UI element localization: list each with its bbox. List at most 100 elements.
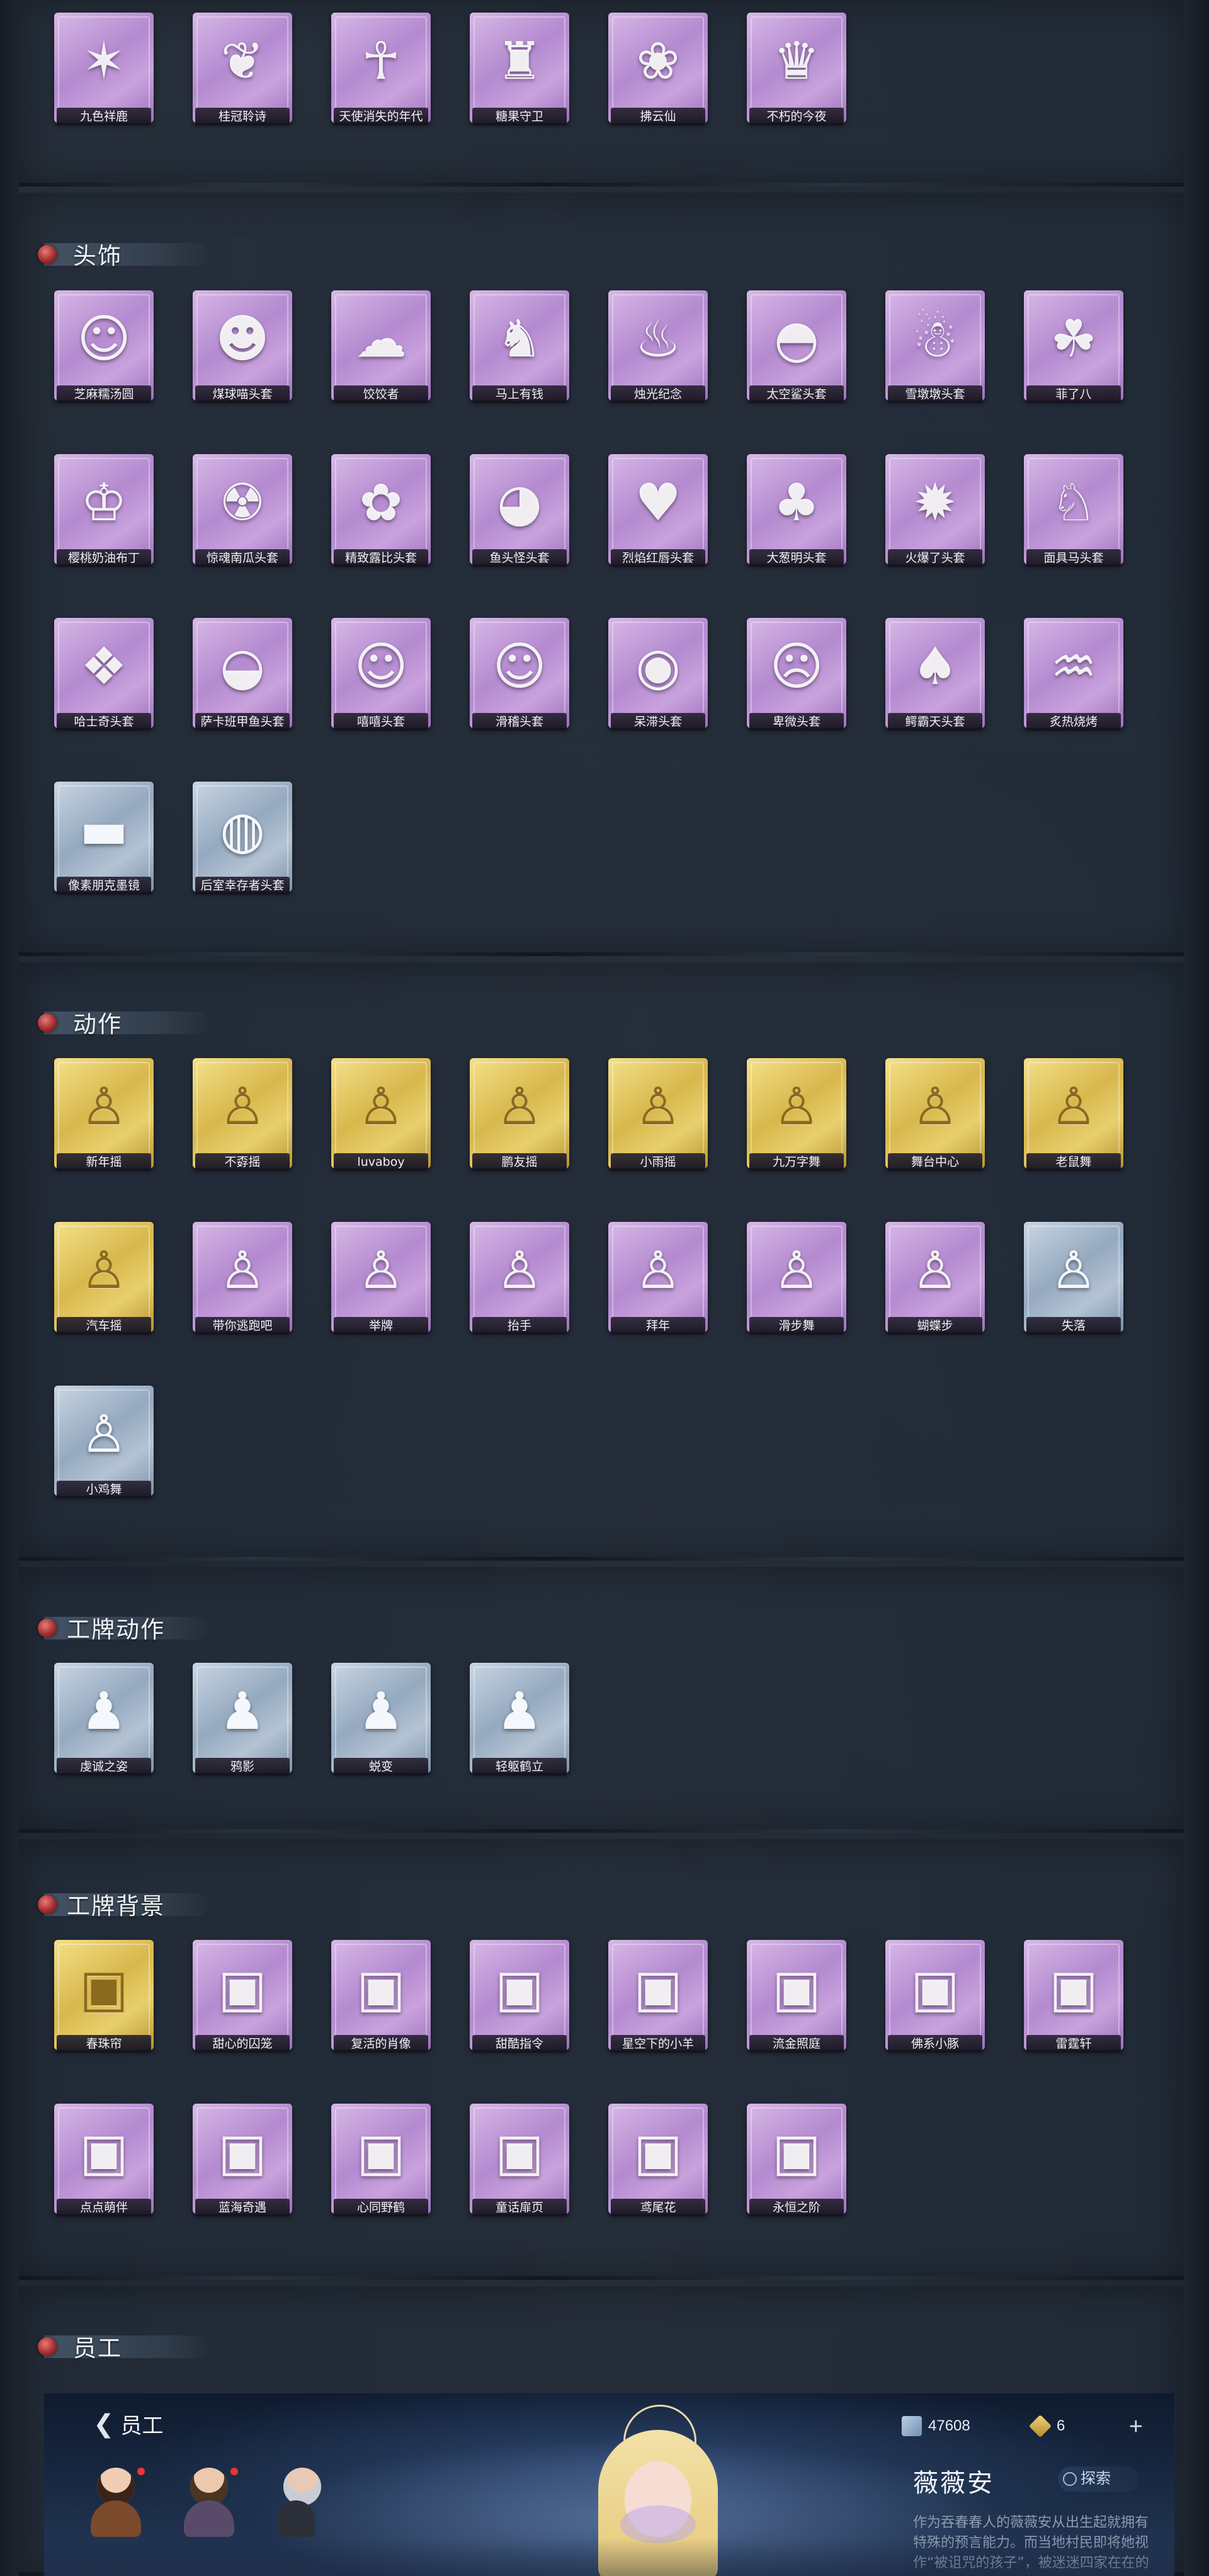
item-label: 鸢尾花 xyxy=(611,2199,705,2216)
item-tile[interactable]: ▣ 甜心的囚笼 xyxy=(193,1940,292,2066)
item-label: 火爆了头套 xyxy=(888,549,982,567)
item-tile[interactable]: ▣ 雷霆轩 xyxy=(1024,1940,1123,2066)
item-tile[interactable]: ◍ 后室幸存者头套 xyxy=(193,782,292,908)
item-tile[interactable]: ♘ 面具马头套 xyxy=(1024,454,1123,580)
eye-icon xyxy=(1063,2472,1077,2486)
item-tile[interactable]: ▣ 佛系小豚 xyxy=(885,1940,985,2066)
explore-button[interactable]: 探索 xyxy=(1058,2466,1140,2492)
item-tile[interactable]: ♙ 拜年 xyxy=(608,1222,708,1348)
item-tile[interactable]: ♛ 不朽的今夜 xyxy=(747,13,846,139)
item-tile[interactable]: ♙ 老鼠舞 xyxy=(1024,1058,1123,1184)
item-tile[interactable]: ◒ 萨卡班甲鱼头套 xyxy=(193,618,292,744)
item-tile[interactable]: ♙ 举牌 xyxy=(331,1222,431,1348)
item-tile[interactable]: ♟ 轻躯鹤立 xyxy=(470,1663,569,1789)
item-tile[interactable]: ♟ 鸦影 xyxy=(193,1663,292,1789)
item-tile[interactable]: ◉ 呆滞头套 xyxy=(608,618,708,744)
item-tile[interactable]: ♨ 烛光纪念 xyxy=(608,290,708,416)
item-tile[interactable]: ♙ 失落 xyxy=(1024,1222,1123,1348)
item-tile[interactable]: ♔ 樱桃奶油布丁 xyxy=(54,454,154,580)
item-tile[interactable]: ☃ 雪墩墩头套 xyxy=(885,290,985,416)
item-label: 甜酷指令 xyxy=(472,2035,567,2053)
eternal-night-icon: ♛ xyxy=(773,31,820,91)
item-tile[interactable]: ♟ 虔诚之姿 xyxy=(54,1663,154,1789)
item-tile[interactable]: ☺ 嘻嘻头套 xyxy=(331,618,431,744)
item-tile[interactable]: ▣ 蓝海奇遇 xyxy=(193,2104,292,2230)
item-card: ☃ xyxy=(885,290,985,401)
item-tile[interactable]: ♒ 炙热烧烤 xyxy=(1024,618,1123,744)
item-tile[interactable]: ✶ 九色祥鹿 xyxy=(54,13,154,139)
item-tile[interactable]: ♙ 小雨摇 xyxy=(608,1058,708,1184)
item-tile[interactable]: ♙ 九万字舞 xyxy=(747,1058,846,1184)
item-tile[interactable]: ☥ 天使消失的年代 xyxy=(331,13,431,139)
pumpkin-icon: ☢ xyxy=(219,473,266,533)
item-tile[interactable]: ▣ 复活的肖像 xyxy=(331,1940,431,2066)
item-tile[interactable]: ☺ 滑稽头套 xyxy=(470,618,569,744)
item-label: 蜕变 xyxy=(334,1758,428,1775)
item-tile[interactable]: ♙ luvaboy xyxy=(331,1058,431,1184)
item-tile[interactable]: ▣ 鸢尾花 xyxy=(608,2104,708,2230)
pose-icon: ♙ xyxy=(358,1077,404,1137)
item-tile[interactable]: ✿ 精致露比头套 xyxy=(331,454,431,580)
item-label: 不朽的今夜 xyxy=(749,108,844,125)
pose-icon: ♙ xyxy=(635,1077,681,1137)
staff-avatar[interactable] xyxy=(275,2468,321,2537)
item-tile[interactable]: ♥ 烈焰红唇头套 xyxy=(608,454,708,580)
item-tile[interactable]: ▣ 童话扉页 xyxy=(470,2104,569,2230)
item-tile[interactable]: ❦ 桂冠聆诗 xyxy=(193,13,292,139)
item-card: ◒ xyxy=(193,618,292,728)
item-label: 老鼠舞 xyxy=(1026,1153,1121,1171)
item-tile[interactable]: ▣ 心同野鹤 xyxy=(331,2104,431,2230)
item-tile[interactable]: ♙ 汽车摇 xyxy=(54,1222,154,1348)
item-tile[interactable]: ☺ 芝麻糯汤圆 xyxy=(54,290,154,416)
item-label: 蝴蝶步 xyxy=(888,1317,982,1335)
staff-avatar[interactable] xyxy=(88,2468,145,2537)
item-tile[interactable]: ☻ 煤球喵头套 xyxy=(193,290,292,416)
item-tile[interactable]: ♜ 糖果守卫 xyxy=(470,13,569,139)
item-label: 滑稽头套 xyxy=(472,713,567,731)
item-tile[interactable]: ♙ 小鸡舞 xyxy=(54,1386,154,1512)
item-tile[interactable]: ☘ 菲了八 xyxy=(1024,290,1123,416)
back-button[interactable]: ❮ 员工 xyxy=(93,2408,164,2439)
item-tile[interactable]: ♞ 马上有钱 xyxy=(470,290,569,416)
item-tile[interactable]: ▣ 星空下的小羊 xyxy=(608,1940,708,2066)
add-currency-button[interactable]: + xyxy=(1129,2415,1143,2439)
item-tile[interactable]: ❀ 拂云仙 xyxy=(608,13,708,139)
item-tile[interactable]: ♣ 大葱明头套 xyxy=(747,454,846,580)
item-tile[interactable]: ♙ 滑步舞 xyxy=(747,1222,846,1348)
item-tile[interactable]: ♙ 抬手 xyxy=(470,1222,569,1348)
item-tile[interactable]: ♙ 鹏友摇 xyxy=(470,1058,569,1184)
item-tile[interactable]: ♙ 舞台中心 xyxy=(885,1058,985,1184)
item-tile[interactable]: ♙ 带你逃跑吧 xyxy=(193,1222,292,1348)
item-card: ◉ xyxy=(608,618,708,728)
item-tile[interactable]: ☹ 卑微头套 xyxy=(747,618,846,744)
item-tile[interactable]: ☁ 饺饺者 xyxy=(331,290,431,416)
section-title: 工牌背景 xyxy=(67,1893,165,1920)
item-tile[interactable]: ◓ 太空鲨头套 xyxy=(747,290,846,416)
pixel-sunglasses-icon: ▬ xyxy=(79,801,128,860)
item-tile[interactable]: ♠ 鳄霸天头套 xyxy=(885,618,985,744)
item-tile[interactable]: ▬ 像素朋克墨镜 xyxy=(54,782,154,908)
item-tile[interactable]: ▣ 流金照庭 xyxy=(747,1940,846,2066)
item-tile[interactable]: ▣ 点点萌伴 xyxy=(54,2104,154,2230)
item-tile[interactable]: ♙ 不孬摇 xyxy=(193,1058,292,1184)
item-tile[interactable]: ▣ 永恒之阶 xyxy=(747,2104,846,2230)
item-tile[interactable]: ✹ 火爆了头套 xyxy=(885,454,985,580)
item-tile[interactable]: ☢ 惊魂南瓜头套 xyxy=(193,454,292,580)
item-card: ♔ xyxy=(54,454,154,564)
staff-avatar[interactable] xyxy=(181,2468,238,2537)
item-tile[interactable]: ♙ 蝴蝶步 xyxy=(885,1222,985,1348)
portrait-veil xyxy=(620,2505,696,2543)
item-label: 春珠帘 xyxy=(57,2035,151,2053)
badge-pose-icon: ♟ xyxy=(81,1682,127,1741)
item-label: 永恒之阶 xyxy=(749,2199,844,2216)
item-tile[interactable]: ❖ 哈士奇头套 xyxy=(54,618,154,744)
item-tile[interactable]: ▣ 甜酷指令 xyxy=(470,1940,569,2066)
item-tile[interactable]: ◕ 鱼头怪头套 xyxy=(470,454,569,580)
item-tile[interactable]: ♙ 新年摇 xyxy=(54,1058,154,1184)
pose-icon: ♙ xyxy=(219,1241,266,1301)
item-tile[interactable]: ▣ 春珠帘 xyxy=(54,1940,154,2066)
item-card: ♛ xyxy=(747,13,846,123)
item-tile[interactable]: ♟ 蜕变 xyxy=(331,1663,431,1789)
avatar-body xyxy=(184,2500,234,2537)
item-label: 鱼头怪头套 xyxy=(472,549,567,567)
